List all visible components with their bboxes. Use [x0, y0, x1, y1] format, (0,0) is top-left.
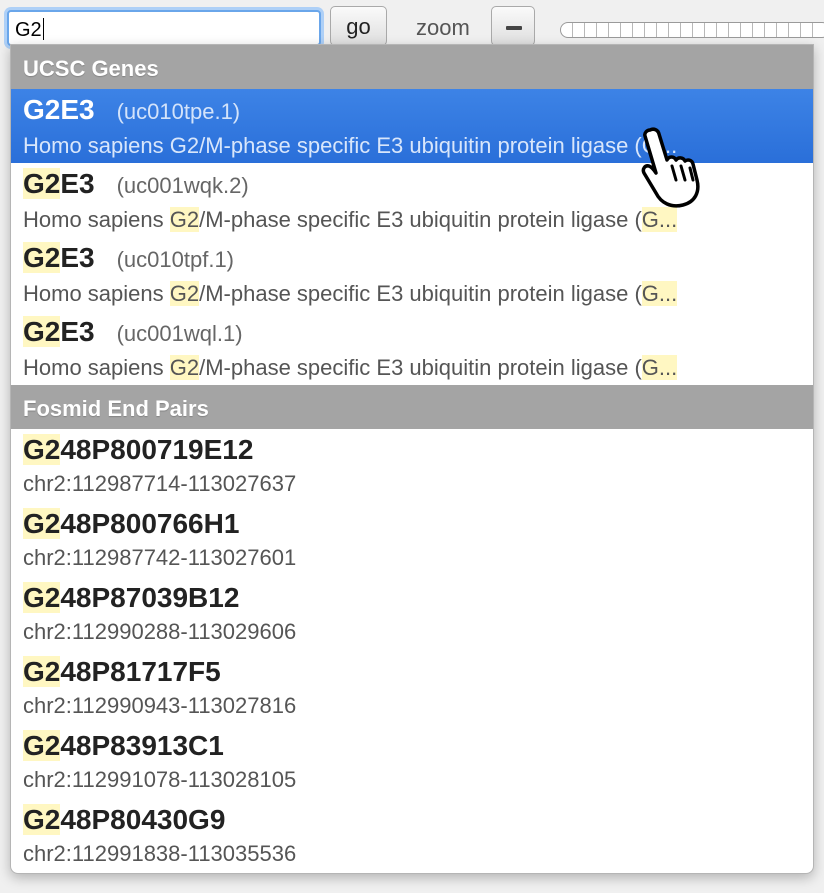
- match-highlight: G2: [23, 316, 61, 347]
- suggestion-item[interactable]: G2E3 (uc010tpf.1) Homo sapiens G2/M-phase…: [11, 237, 813, 311]
- suggestion-location: chr2:112987742-113027601: [23, 545, 297, 570]
- suggestion-item[interactable]: G248P87039B12 chr2:112990288-113029606: [11, 577, 813, 651]
- suggestion-title: G248P83913C1: [23, 727, 801, 765]
- transcript-id: (uc001wql.1): [116, 321, 243, 346]
- title-rest: 48P83913C1: [60, 730, 224, 761]
- title-rest: E3: [60, 94, 95, 125]
- match-highlight: G2: [23, 804, 61, 835]
- match-highlight: G2: [23, 730, 61, 761]
- match-highlight: G2: [23, 656, 61, 687]
- search-input[interactable]: G2: [7, 10, 321, 46]
- suggestion-title: G248P800766H1: [23, 505, 801, 543]
- zoom-label: zoom: [416, 15, 470, 40]
- transcript-id: (uc010tpe.1): [116, 99, 241, 124]
- suggestion-description: Homo sapiens G2/M-phase specific E3 ubiq…: [23, 205, 801, 235]
- go-button[interactable]: go: [330, 6, 387, 46]
- title-rest: 48P800766H1: [60, 508, 240, 539]
- match-highlight: G2: [23, 242, 61, 273]
- desc-text: /M-phase specific E3 ubiquitin protein l…: [199, 207, 642, 232]
- hand-pointer-icon: [641, 127, 700, 208]
- suggestion-title: G2E3 (uc010tpf.1): [23, 239, 801, 279]
- transcript-id: (uc010tpf.1): [116, 247, 235, 272]
- suggestion-description: Homo sapiens G2/M-phase specific E3 ubiq…: [23, 279, 801, 309]
- suggestion-location: chr2:112990288-113029606: [23, 619, 297, 644]
- title-rest: 48P800719E12: [60, 434, 254, 465]
- suggestion-item[interactable]: G2E3 (uc001wql.1) Homo sapiens G2/M-phase…: [11, 311, 813, 385]
- desc-text: Homo sapiens: [23, 207, 170, 232]
- minus-icon: [506, 26, 522, 30]
- zoom-out-button[interactable]: [491, 6, 535, 46]
- suggestion-title: G248P81717F5: [23, 653, 801, 691]
- title-rest: 48P87039B12: [60, 582, 240, 613]
- match-highlight: G2: [23, 94, 61, 125]
- match-highlight: G...: [641, 281, 678, 306]
- zoom-slider[interactable]: [560, 22, 824, 38]
- match-highlight: G2: [23, 434, 61, 465]
- desc-text: /M-phase specific E3 ubiquitin protein l…: [199, 281, 642, 306]
- suggestion-item[interactable]: G248P800719E12 chr2:112987714-113027637: [11, 429, 813, 503]
- suggestion-item[interactable]: G248P80430G9 chr2:112991838-113035536: [11, 799, 813, 873]
- suggestion-location: chr2:112990943-113027816: [23, 693, 297, 718]
- title-rest: E3: [60, 168, 95, 199]
- match-highlight: G2: [169, 207, 200, 232]
- text-caret: [42, 18, 44, 40]
- match-highlight: G2: [169, 281, 200, 306]
- match-highlight: G2: [23, 168, 61, 199]
- title-rest: E3: [60, 242, 95, 273]
- match-highlight: G2: [23, 508, 61, 539]
- suggestion-title: G248P87039B12: [23, 579, 801, 617]
- search-input-value: G2: [15, 19, 42, 41]
- title-rest: 48P81717F5: [60, 656, 221, 687]
- desc-text: /M-phase specific E3 ubiquitin protein l…: [199, 355, 642, 380]
- suggestion-location: chr2:112991838-113035536: [23, 841, 297, 866]
- toolbar: G2 go zoom: [0, 0, 824, 48]
- group-header-ucsc-genes: UCSC Genes: [11, 45, 813, 89]
- group-header-fosmid-end-pairs: Fosmid End Pairs: [11, 385, 813, 429]
- suggestion-title: G2E3 (uc001wql.1): [23, 313, 801, 353]
- suggestion-location: chr2:112991078-113028105: [23, 767, 297, 792]
- title-rest: 48P80430G9: [60, 804, 226, 835]
- suggestion-item[interactable]: G248P800766H1 chr2:112987742-113027601: [11, 503, 813, 577]
- suggestion-location: chr2:112987714-113027637: [23, 471, 297, 496]
- desc-text: Homo sapiens: [23, 355, 170, 380]
- suggestion-item[interactable]: G248P83913C1 chr2:112991078-113028105: [11, 725, 813, 799]
- suggestion-description: Homo sapiens G2/M-phase specific E3 ubiq…: [23, 353, 801, 383]
- desc-text: Homo sapiens: [23, 281, 170, 306]
- match-highlight: G...: [641, 207, 678, 232]
- suggestion-title: G248P80430G9: [23, 801, 801, 839]
- suggestion-title: G248P800719E12: [23, 431, 801, 469]
- title-rest: E3: [60, 316, 95, 347]
- suggestion-item[interactable]: G248P81717F5 chr2:112990943-113027816: [11, 651, 813, 725]
- transcript-id: (uc001wqk.2): [116, 173, 249, 198]
- match-highlight: G2: [23, 582, 61, 613]
- match-highlight: G...: [641, 355, 678, 380]
- match-highlight: G2: [169, 355, 200, 380]
